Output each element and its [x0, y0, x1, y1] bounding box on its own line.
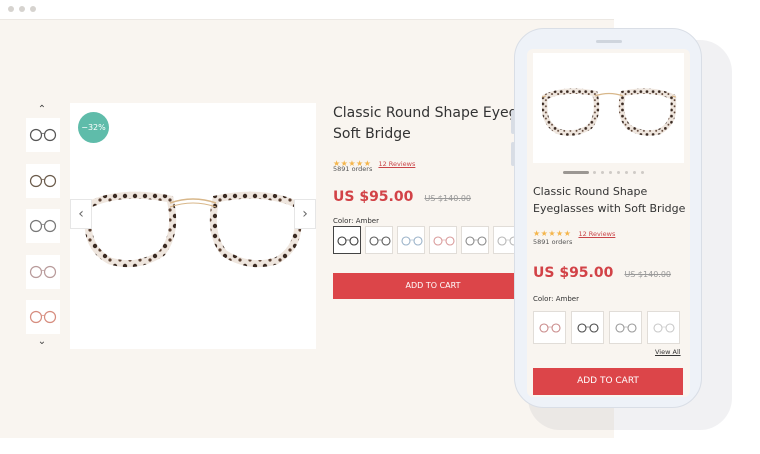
window-dot-icon [30, 6, 36, 12]
color-swatch[interactable] [365, 226, 393, 254]
thumbnail[interactable] [26, 255, 60, 289]
color-swatch[interactable] [609, 311, 642, 344]
color-swatch[interactable] [333, 226, 361, 254]
next-image-button[interactable]: › [294, 199, 316, 229]
current-price: US $95.00 [333, 189, 414, 205]
discount-badge: −32% [78, 112, 109, 143]
color-swatch[interactable] [461, 226, 489, 254]
mobile-original-price: US $140.00 [624, 270, 672, 279]
mobile-current-price: US $95.00 [533, 265, 614, 281]
carousel-dot[interactable] [625, 171, 628, 174]
mobile-screen: Classic Round Shape Eyeglasses with Soft… [527, 49, 690, 397]
thumbnail[interactable] [26, 300, 60, 334]
thumbnail[interactable] [26, 209, 60, 243]
carousel-dot[interactable] [563, 171, 589, 174]
prev-image-button[interactable]: ‹ [70, 199, 92, 229]
color-swatch[interactable] [533, 311, 566, 344]
view-all-link[interactable]: View All [655, 348, 681, 356]
mobile-orders-count: 5891 orders [533, 238, 573, 246]
original-price: US $140.00 [424, 194, 472, 203]
carousel-dot[interactable] [633, 171, 636, 174]
eyeglasses-image [83, 191, 303, 268]
mobile-reviews-link[interactable]: 12 Reviews [578, 230, 615, 238]
thumb-scroll-down-button[interactable]: ⌄ [35, 336, 49, 348]
carousel-dot[interactable] [641, 171, 644, 174]
thumbnail[interactable] [26, 118, 60, 152]
main-product-image: −32% ‹ › [70, 103, 316, 349]
browser-title-bar [0, 0, 614, 20]
color-swatch[interactable] [429, 226, 457, 254]
mobile-product-title: Classic Round Shape Eyeglasses with Soft… [533, 185, 686, 215]
image-carousel-dots [563, 171, 663, 175]
thumb-scroll-up-button[interactable]: ⌃ [35, 104, 49, 116]
window-dot-icon [19, 6, 25, 12]
mobile-price-row: US $95.00 US $140.00 [533, 262, 671, 281]
reviews-link[interactable]: 12 Reviews [378, 160, 415, 168]
mobile-color-swatches [533, 311, 683, 345]
color-swatch[interactable] [397, 226, 425, 254]
carousel-dot[interactable] [609, 171, 612, 174]
mobile-add-to-cart-button[interactable]: ADD TO CART [533, 368, 683, 395]
carousel-dot[interactable] [601, 171, 604, 174]
mobile-color-label: Color: Amber [533, 295, 579, 303]
color-swatch[interactable] [647, 311, 680, 344]
color-swatch[interactable] [571, 311, 604, 344]
add-to-cart-button[interactable]: ADD TO CART [333, 273, 533, 299]
stage: ⌃ ⌄ −32% ‹ › Classic Round Shape Eyeglas… [0, 0, 760, 454]
thumbnail[interactable] [26, 164, 60, 198]
star-rating-icon: ★★★★★ [533, 229, 572, 238]
phone-speaker [596, 40, 622, 43]
eyeglasses-image [541, 88, 677, 136]
carousel-dot[interactable] [593, 171, 596, 174]
window-dot-icon [8, 6, 14, 12]
mobile-rating-row: ★★★★★ 12 Reviews [533, 221, 615, 238]
carousel-dot[interactable] [617, 171, 620, 174]
mobile-product-image [533, 53, 684, 163]
